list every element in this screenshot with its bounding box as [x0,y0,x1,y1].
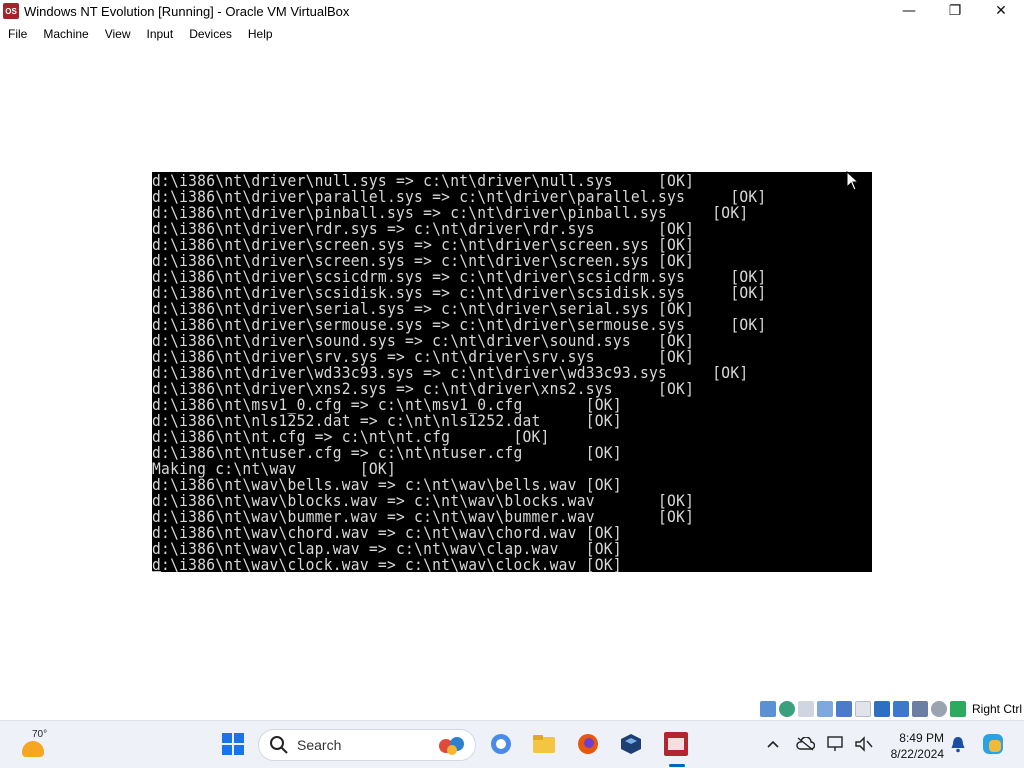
console-line: Making c:\nt\wav [OK] [152,460,396,479]
console-line: d:\i386\nt\driver\sermouse.sys => c:\nt\… [152,316,767,335]
console-line: d:\i386\nt\wav\blocks.wav => c:\nt\wav\b… [152,492,695,511]
cloud-offline-icon [796,737,815,751]
copilot-pre-icon [983,734,1003,754]
menu-input[interactable]: Input [147,27,174,41]
firefox-icon [578,734,598,754]
console-line: d:\i386\nt\msv1_0.cfg => c:\nt\msv1_0.cf… [152,396,622,415]
mouse-integration-icon[interactable] [893,701,909,717]
active-app-indicator [669,764,685,767]
copilot-icon [491,734,511,754]
windows-logo-icon [222,733,244,755]
console-line: d:\i386\nt\nls1252.dat => c:\nt\nls1252.… [152,412,622,431]
console-line: d:\i386\nt\ntuser.cfg => c:\nt\ntuser.cf… [152,444,622,463]
show-hidden-icons-button[interactable] [760,731,786,757]
cpu-icon[interactable] [912,701,928,717]
vm-display[interactable]: d:\i386\nt\driver\null.sys => c:\nt\driv… [0,44,1024,698]
search-placeholder: Search [297,737,342,753]
clock-time: 8:49 PM [899,731,944,745]
minimize-button[interactable]: — [886,0,932,22]
console-line: d:\i386\nt\driver\null.sys => c:\nt\driv… [152,172,695,191]
menu-view[interactable]: View [105,27,131,41]
volume-icon [855,736,873,752]
weather-icon [22,741,44,757]
folder-icon [533,735,555,753]
search-highlight-icon [439,737,464,755]
copilot-button[interactable] [980,731,1006,757]
menu-machine[interactable]: Machine [43,27,88,41]
console-line: d:\i386\nt\driver\scsidisk.sys => c:\nt\… [152,284,767,303]
window-title: Windows NT Evolution [Running] - Oracle … [24,3,350,19]
keyboard-icon[interactable] [931,701,947,717]
console-line: d:\i386\nt\driver\serial.sys => c:\nt\dr… [152,300,695,319]
console-line: d:\i386\nt\driver\rdr.sys => c:\nt\drive… [152,220,695,239]
menu-devices[interactable]: Devices [189,27,232,41]
console-line-current: d:\i386\nt\wav\clock.wav => c:\nt\wav\cl… [152,556,872,572]
shared-folders-icon[interactable] [817,701,833,717]
taskbar-copilot-icon[interactable] [488,731,514,757]
video-capture-icon[interactable] [855,701,871,717]
tray-onedrive[interactable] [792,731,818,757]
console-line: d:\i386\nt\driver\parallel.sys => c:\nt\… [152,188,767,207]
console-line: d:\i386\nt\nt.cfg => c:\nt\nt.cfg [OK] [152,428,550,447]
bell-icon [951,737,965,753]
status-icons [760,701,966,717]
console-line: d:\i386\nt\driver\sound.sys => c:\nt\dri… [152,332,695,351]
usb-icon[interactable] [798,701,814,717]
settings-icon[interactable] [950,701,966,717]
console-line: d:\i386\nt\driver\wd33c93.sys => c:\nt\d… [152,364,749,383]
taskbar-firefox[interactable] [575,731,601,757]
console-line: d:\i386\nt\driver\scsicdrm.sys => c:\nt\… [152,268,767,287]
close-button[interactable]: ✕ [978,0,1024,22]
network-icon[interactable] [779,701,795,717]
console-line: d:\i386\nt\wav\bummer.wav => c:\nt\wav\b… [152,508,695,527]
mouse-pointer-icon [846,171,860,191]
console-line: d:\i386\nt\driver\screen.sys => c:\nt\dr… [152,252,695,271]
taskbar: 70° Search 8:49 PM 8/22/2024 [0,720,1024,768]
guest-console[interactable]: d:\i386\nt\driver\null.sys => c:\nt\driv… [152,172,872,572]
weather-temp: 70° [32,729,48,740]
console-line: d:\i386\nt\driver\srv.sys => c:\nt\drive… [152,348,695,367]
search-icon [270,736,288,754]
monitor-network-icon [827,736,843,751]
chevron-up-icon [767,740,779,748]
taskbar-file-explorer[interactable] [531,731,557,757]
system-clock[interactable]: 8:49 PM 8/22/2024 [884,730,944,762]
taskbar-search[interactable]: Search [258,729,476,761]
tray-volume[interactable] [851,731,877,757]
console-line: d:\i386\nt\driver\screen.sys => c:\nt\dr… [152,236,695,255]
maximize-button[interactable]: ❐ [932,0,978,22]
clock-date: 8/22/2024 [890,747,944,761]
display-icon[interactable] [836,701,852,717]
title-bar: OS Windows NT Evolution [Running] - Orac… [0,0,1024,22]
taskbar-virtualbox[interactable] [618,731,644,757]
virtualbox-app-icon[interactable]: OS [3,3,19,19]
console-line: d:\i386\nt\wav\clap.wav => c:\nt\wav\cla… [152,540,622,559]
tray-network[interactable] [823,731,849,757]
start-button[interactable] [220,731,246,757]
notifications-button[interactable] [945,731,971,757]
menu-bar: File Machine View Input Devices Help [0,24,1024,44]
console-line: d:\i386\nt\driver\xns2.sys => c:\nt\driv… [152,380,695,399]
vm-window-icon [664,732,688,756]
recording-icon[interactable] [874,701,890,717]
host-key-label[interactable]: Right Ctrl [972,702,1022,716]
vbox-status-bar: Right Ctrl [0,698,1024,720]
console-line: d:\i386\nt\wav\bells.wav => c:\nt\wav\be… [152,476,622,495]
text-cursor: d [152,556,162,572]
taskbar-vm-window[interactable] [663,731,689,757]
window-controls: — ❐ ✕ [886,0,1024,22]
console-line: d:\i386\nt\wav\chord.wav => c:\nt\wav\ch… [152,524,622,543]
menu-file[interactable]: File [8,27,27,41]
virtualbox-icon [621,734,641,754]
console-line: d:\i386\nt\driver\pinball.sys => c:\nt\d… [152,204,749,223]
optical-drive-icon[interactable] [760,701,776,717]
menu-help[interactable]: Help [248,27,273,41]
weather-widget[interactable]: 70° [18,729,58,763]
